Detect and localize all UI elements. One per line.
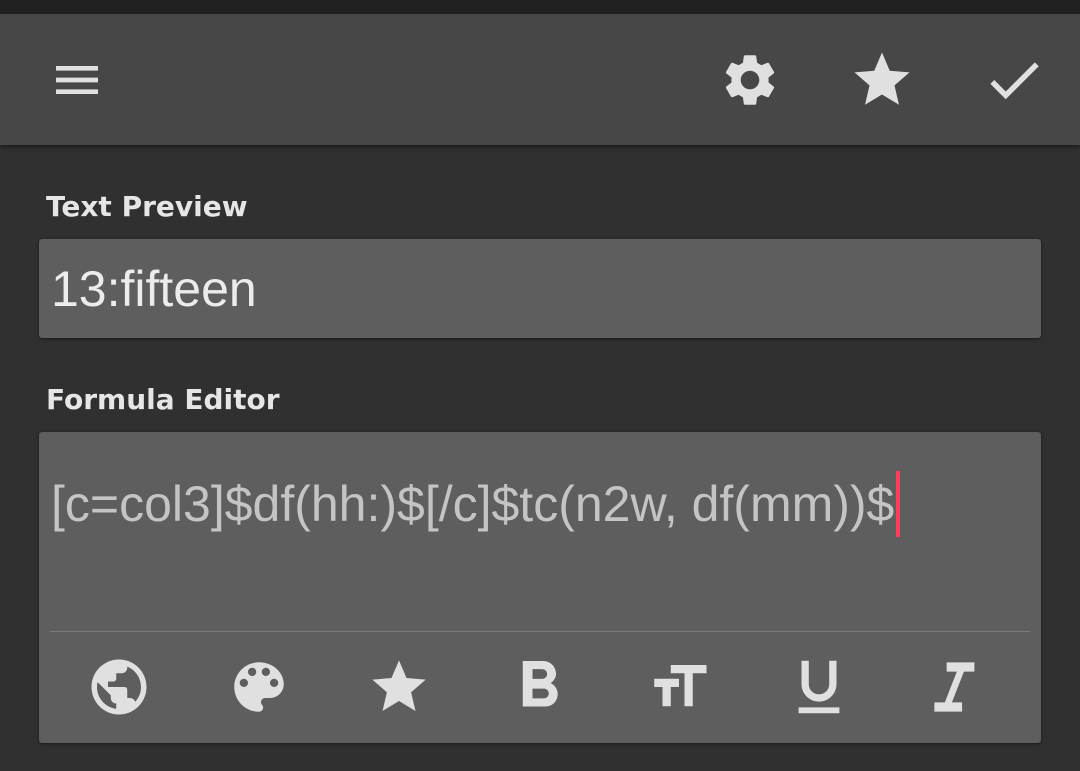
italic-icon bbox=[934, 662, 975, 712]
text-size-button[interactable] bbox=[639, 652, 719, 722]
settings-button[interactable] bbox=[712, 42, 788, 118]
favorite-button[interactable] bbox=[844, 42, 920, 118]
text-preview-value: 13:fifteen bbox=[51, 261, 257, 317]
palette-icon bbox=[234, 662, 284, 712]
bold-button[interactable] bbox=[499, 652, 579, 722]
star-icon bbox=[372, 660, 426, 711]
formula-editor-label: Formula Editor bbox=[46, 383, 280, 416]
formula-editor-box: [c=col3]$df(hh:)$[/c]$tc(n2w, df(mm))$ bbox=[39, 432, 1041, 743]
bold-icon bbox=[522, 661, 558, 707]
menu-icon bbox=[56, 66, 98, 94]
favorite-format-button[interactable] bbox=[359, 652, 439, 722]
formula-editor-input[interactable]: [c=col3]$df(hh:)$[/c]$tc(n2w, df(mm))$ bbox=[51, 470, 1026, 538]
status-bar bbox=[0, 0, 1080, 14]
palette-button[interactable] bbox=[219, 652, 299, 722]
check-icon bbox=[990, 62, 1039, 100]
menu-button[interactable] bbox=[39, 42, 115, 118]
underline-button[interactable] bbox=[779, 652, 859, 722]
top-toolbar bbox=[0, 14, 1080, 145]
formatting-toolbar bbox=[39, 632, 1041, 743]
text-caret bbox=[896, 471, 901, 537]
formula-text: [c=col3]$df(hh:)$[/c]$tc(n2w, df(mm))$ bbox=[51, 476, 895, 532]
underline-icon bbox=[798, 660, 840, 714]
text-preview-box: 13:fifteen bbox=[39, 239, 1041, 338]
gear-icon bbox=[725, 55, 775, 105]
globe-button[interactable] bbox=[79, 652, 159, 722]
text-size-icon bbox=[654, 665, 707, 707]
star-icon bbox=[854, 52, 910, 105]
globe-icon bbox=[91, 659, 147, 715]
italic-button[interactable] bbox=[919, 652, 999, 722]
done-button[interactable] bbox=[976, 42, 1052, 118]
text-preview-label: Text Preview bbox=[46, 190, 248, 223]
